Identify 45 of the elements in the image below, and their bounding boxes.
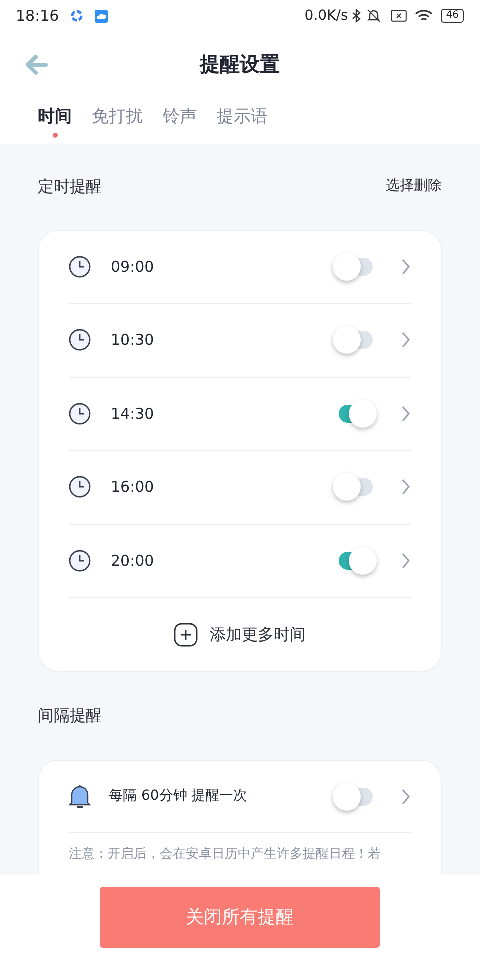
wifi-icon	[415, 9, 434, 24]
reminder-time: 10:30	[111, 330, 154, 351]
clock-icon	[69, 550, 91, 572]
reminder-time: 09:00	[111, 256, 154, 278]
bell-muted-icon	[367, 9, 382, 24]
reminder-row[interactable]: 09:00	[69, 230, 411, 304]
chevron-right-icon	[401, 478, 411, 496]
select-delete-link[interactable]: 选择删除	[386, 176, 442, 197]
add-time-button[interactable]: 添加更多时间	[69, 598, 411, 671]
reminder-row[interactable]: 16:00	[69, 451, 411, 524]
section-title: 间隔提醒	[38, 705, 102, 727]
back-arrow-icon	[24, 54, 48, 76]
reminder-row[interactable]: 14:30	[69, 378, 411, 451]
network-speed: 0.0K/s	[304, 6, 348, 26]
sim-icon	[391, 10, 408, 22]
clock-icon	[69, 402, 91, 425]
chevron-right-icon	[401, 788, 411, 806]
chevron-right-icon	[401, 552, 411, 570]
tab[interactable]: 时间	[38, 104, 72, 130]
plus-icon	[174, 622, 198, 646]
clock-icon	[69, 256, 91, 278]
bell-icon	[69, 784, 91, 810]
reminder-time: 20:00	[111, 550, 154, 572]
reminder-row[interactable]: 10:30	[69, 304, 411, 378]
note-text: 注意：开启后，会在安卓日历中产生许多提醒日程！若	[69, 846, 382, 864]
reminder-time: 14:30	[111, 404, 154, 424]
section-title: 定时提醒	[38, 176, 102, 198]
app-logo-icon	[71, 10, 84, 22]
interval-label: 每隔 60分钟 提醒一次	[109, 787, 248, 806]
clock-icon	[69, 329, 91, 352]
page-title: 提醒设置	[200, 50, 280, 78]
status-time: 18:16	[16, 6, 60, 28]
chevron-right-icon	[401, 331, 411, 350]
clock-icon	[69, 476, 91, 498]
tab[interactable]: 提示语	[217, 104, 268, 130]
tab[interactable]: 铃声	[163, 104, 197, 130]
chevron-right-icon	[401, 404, 411, 423]
bluetooth-icon	[352, 9, 362, 24]
chevron-right-icon	[401, 258, 411, 276]
battery-indicator: 46	[441, 9, 464, 24]
back-button[interactable]	[24, 54, 48, 76]
reminder-time: 16:00	[111, 477, 154, 498]
weather-icon	[95, 10, 108, 23]
tab[interactable]: 免打扰	[92, 104, 143, 130]
reminder-row[interactable]: 20:00	[69, 524, 411, 598]
